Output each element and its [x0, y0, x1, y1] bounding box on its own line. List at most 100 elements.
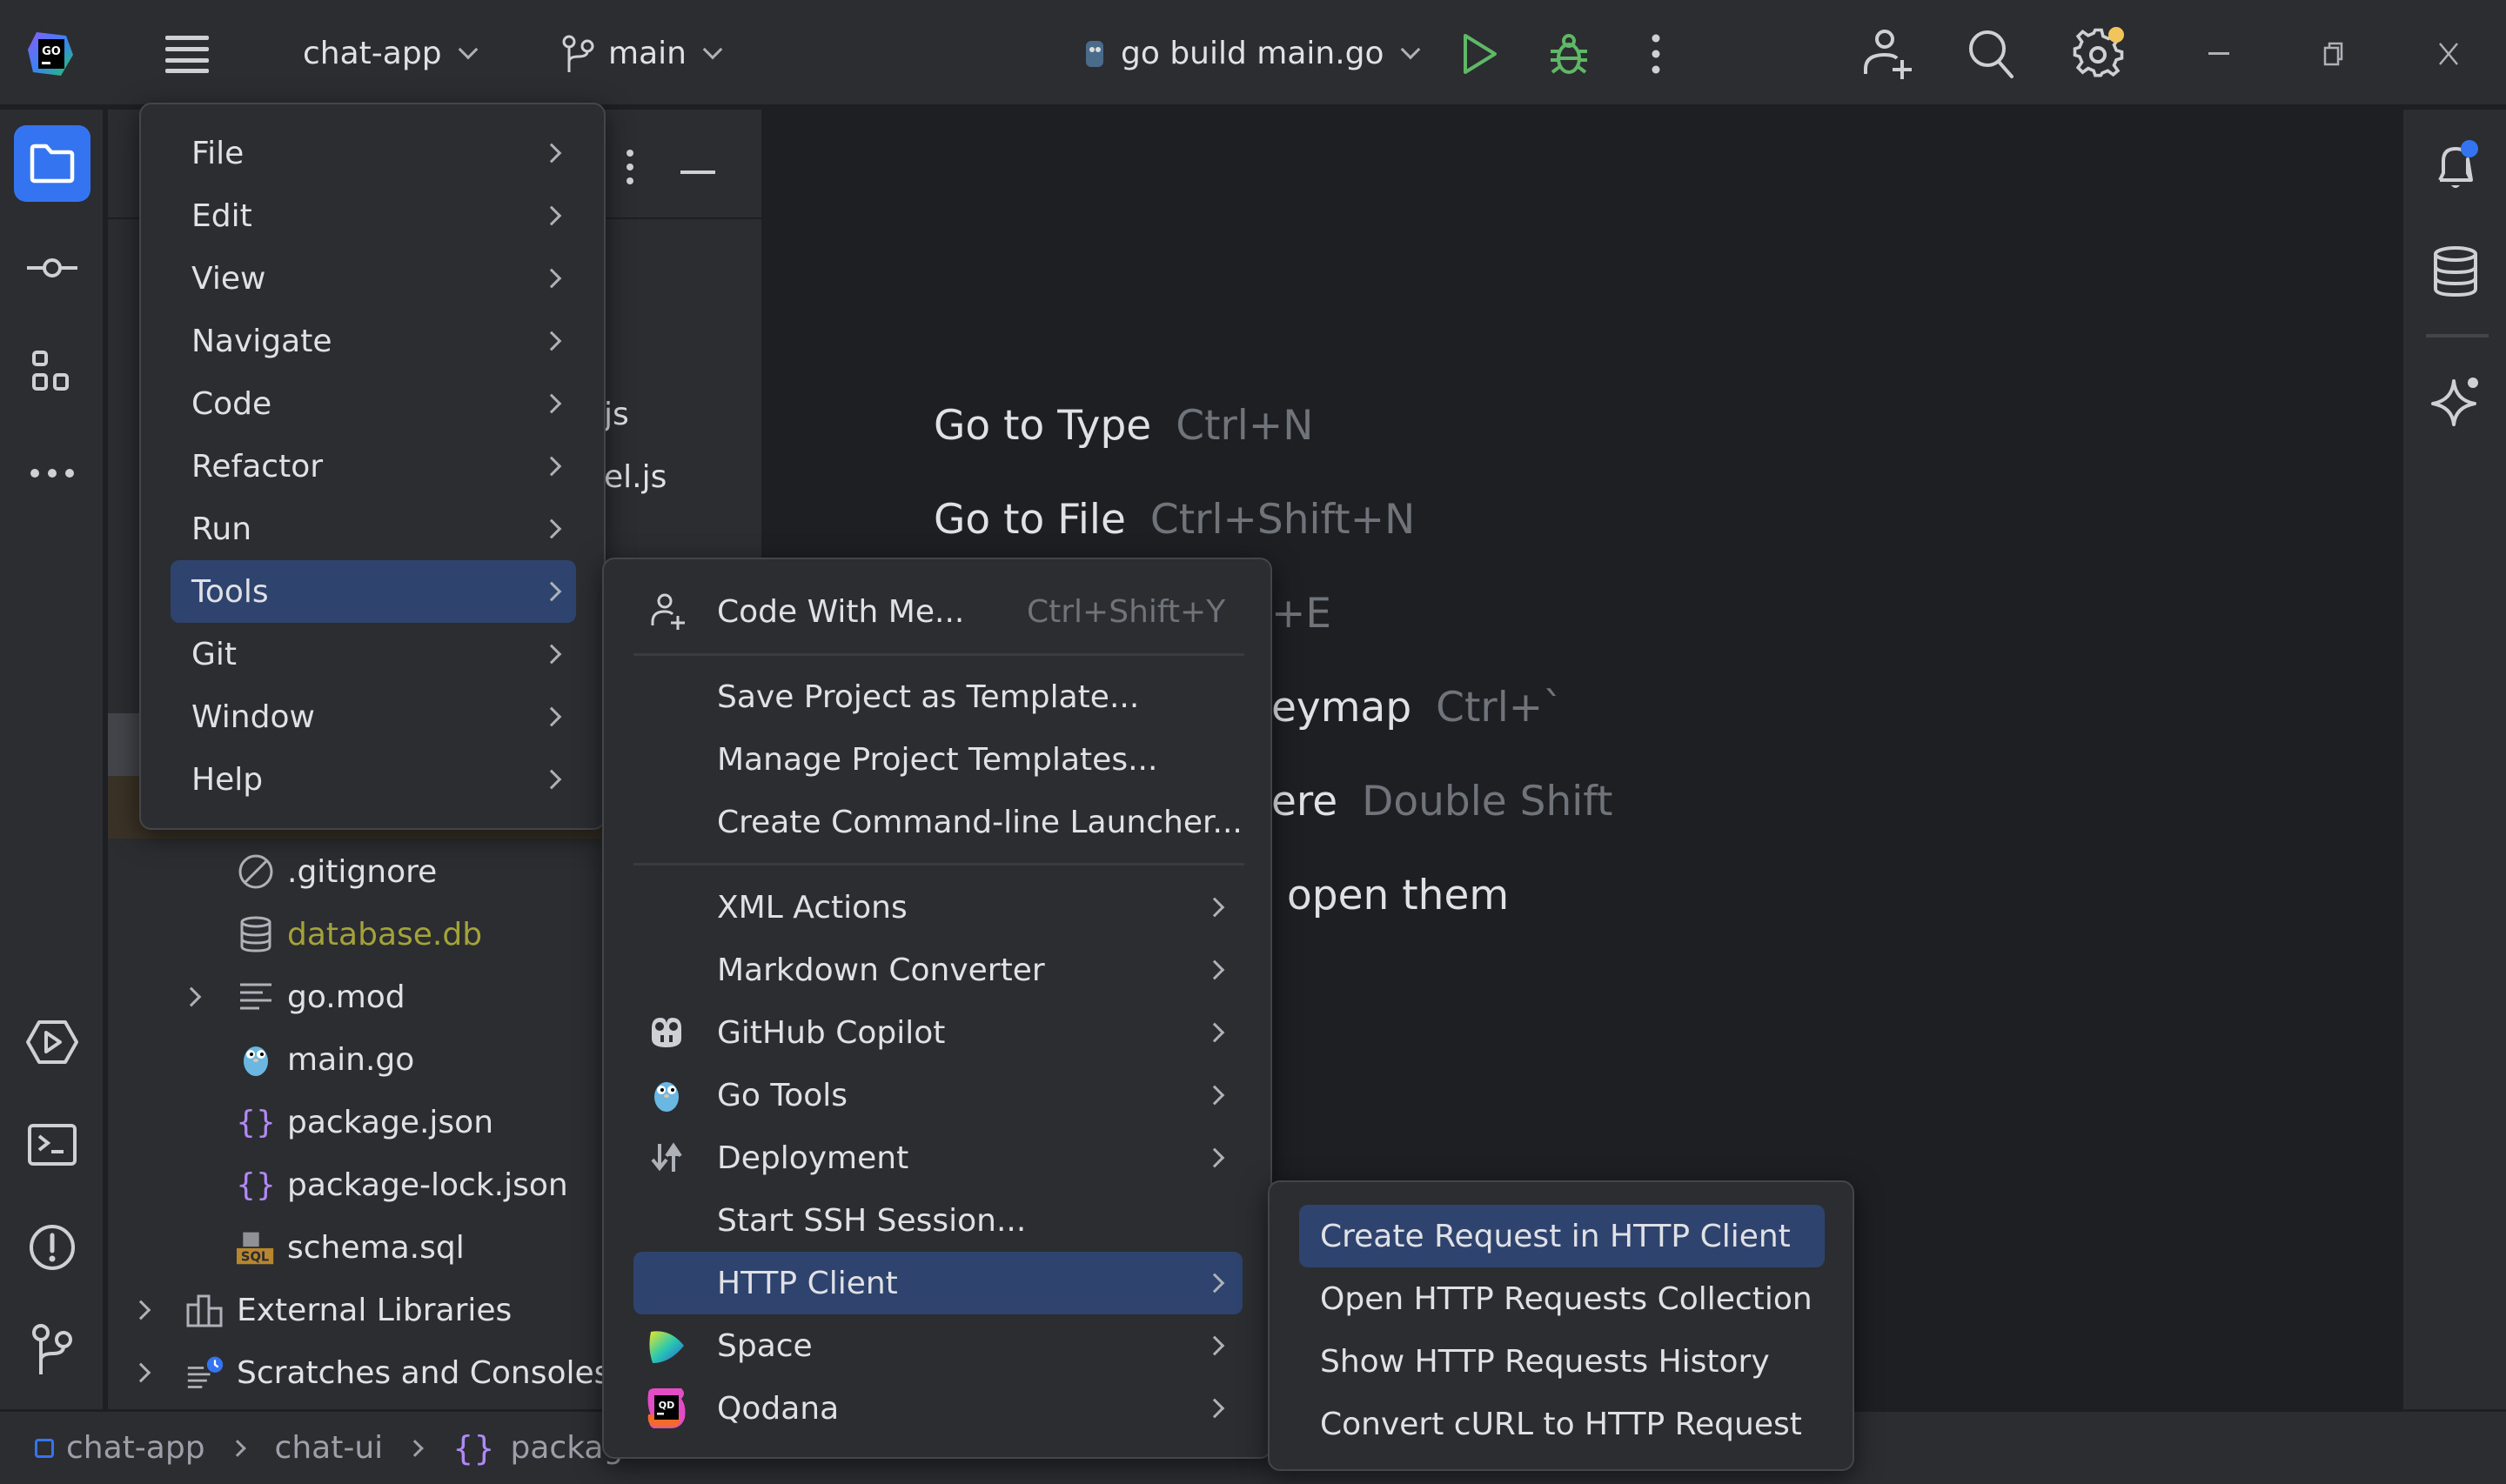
menu-item-run[interactable]: Run	[171, 498, 576, 560]
project-selector[interactable]: chat-app	[303, 0, 478, 107]
menu-item-space[interactable]: Space	[633, 1314, 1243, 1377]
menu-item-refactor[interactable]: Refactor	[171, 435, 576, 498]
project-tool-button[interactable]	[14, 125, 90, 202]
chevron-right-icon	[1204, 1335, 1225, 1356]
menu-item-markdown-converter[interactable]: Markdown Converter	[633, 939, 1243, 1001]
bug-icon	[1551, 33, 1587, 74]
terminal-tool-button[interactable]	[14, 1106, 90, 1183]
chevron-right-icon	[1204, 959, 1225, 980]
space-icon	[646, 1325, 687, 1367]
tree-item-partial[interactable]: js	[604, 397, 629, 432]
menu-item-navigate[interactable]: Navigate	[171, 310, 576, 372]
app-logo[interactable]: GO	[26, 0, 77, 107]
restore-button[interactable]	[2323, 0, 2344, 107]
run-button[interactable]	[1458, 0, 1500, 107]
module-icon	[35, 1438, 54, 1458]
debug-button[interactable]	[1547, 0, 1591, 107]
menu-separator	[633, 863, 1244, 866]
branch-selector[interactable]: main	[561, 0, 723, 107]
chevron-down-icon	[1400, 39, 1420, 59]
chevron-right-icon	[541, 143, 562, 164]
branch-icon	[562, 35, 594, 72]
more-vertical-icon	[626, 150, 633, 184]
hint-recent-files: +E	[1271, 590, 1332, 638]
services-tool-button[interactable]	[14, 1004, 90, 1080]
more-vertical-icon	[1652, 34, 1660, 73]
search-button[interactable]	[1967, 0, 2015, 107]
menu-item-http-client[interactable]: HTTP Client	[633, 1252, 1243, 1314]
menu-item-edit[interactable]: Edit	[171, 184, 576, 247]
menu-item-code-with-me[interactable]: Code With Me... Ctrl+Shift+Y	[633, 580, 1243, 643]
gopher-icon	[237, 1040, 275, 1079]
branch-name: main	[608, 36, 687, 71]
chevron-right-icon	[541, 644, 562, 665]
project-name: chat-app	[303, 36, 442, 71]
code-with-me-button[interactable]	[1862, 0, 1916, 107]
add-user-icon	[647, 591, 689, 632]
database-tool-button[interactable]	[2417, 233, 2494, 310]
chevron-right-icon[interactable]	[131, 1362, 151, 1383]
scratches-icon	[186, 1354, 224, 1392]
chevron-right-icon	[1204, 1085, 1225, 1106]
menu-item-view[interactable]: View	[171, 247, 576, 310]
svg-text:{}: {}	[238, 1167, 273, 1203]
panel-options-button[interactable]	[625, 148, 635, 190]
git-tool-button[interactable]	[14, 1312, 90, 1388]
menu-item-help[interactable]: Help	[171, 748, 576, 811]
menu-item-tools[interactable]: Tools	[171, 560, 576, 623]
more-tools-button[interactable]	[14, 435, 90, 511]
add-user-icon	[1864, 29, 1912, 79]
menu-item-git[interactable]: Git	[171, 623, 576, 685]
sql-icon: SQL	[237, 1228, 275, 1267]
menu-item-http-0[interactable]: Create Request in HTTP Client	[1299, 1205, 1825, 1267]
chevron-right-icon	[541, 706, 562, 727]
chevron-right-icon	[541, 581, 562, 602]
chevron-right-icon[interactable]	[181, 986, 202, 1007]
breadcrumb-item[interactable]: chat-app	[66, 1430, 205, 1466]
structure-tool-button[interactable]	[14, 332, 90, 409]
menu-item-deployment[interactable]: Deployment	[633, 1126, 1243, 1189]
run-icon	[1464, 33, 1497, 74]
database-icon	[237, 915, 275, 953]
tree-item-partial[interactable]: el.js	[604, 459, 667, 495]
menu-item-http-3[interactable]: Convert cURL to HTTP Request	[1299, 1393, 1825, 1455]
settings-button[interactable]	[2071, 0, 2127, 107]
run-configuration-selector[interactable]: go build main.go	[1082, 0, 1420, 107]
main-menu-button[interactable]	[164, 0, 211, 107]
menu-item-http-1[interactable]: Open HTTP Requests Collection	[1299, 1267, 1825, 1330]
more-actions-button[interactable]	[1650, 0, 1662, 107]
minimize-icon	[2208, 51, 2229, 55]
menu-item-start-ssh-session[interactable]: Start SSH Session...	[633, 1189, 1243, 1252]
terminal-icon	[28, 1124, 77, 1166]
commit-tool-button[interactable]	[14, 230, 90, 306]
menu-item-template[interactable]: Save Project as Template...	[633, 665, 1243, 728]
close-window-button[interactable]	[2438, 0, 2459, 107]
chevron-right-icon[interactable]	[131, 1300, 151, 1320]
hint-go-to-file: Go to File Ctrl+Shift+N	[934, 496, 1416, 544]
notifications-button[interactable]	[2417, 129, 2494, 205]
chevron-right-icon	[541, 331, 562, 351]
chevron-right-icon	[228, 1439, 246, 1457]
breadcrumb-item[interactable]: chat-ui	[275, 1430, 384, 1466]
json-icon: {}	[452, 1428, 495, 1467]
hide-panel-button[interactable]	[680, 163, 715, 179]
menu-item-xml-actions[interactable]: XML Actions	[633, 876, 1243, 939]
chevron-down-icon	[702, 39, 723, 59]
menu-item-file[interactable]: File	[171, 122, 576, 184]
menu-item-github-copilot[interactable]: GitHub Copilot	[633, 1001, 1243, 1064]
menu-item-qodana[interactable]: QD Qodana	[633, 1377, 1243, 1440]
tree-item-label: schema.sql	[287, 1229, 465, 1266]
goland-logo-icon: GO	[28, 31, 73, 76]
menu-item-http-2[interactable]: Show HTTP Requests History	[1299, 1330, 1825, 1393]
tree-item-label: package.json	[287, 1104, 494, 1140]
menu-item-code[interactable]: Code	[171, 372, 576, 435]
tree-item-label: database.db	[287, 916, 483, 953]
menu-item-template[interactable]: Create Command-line Launcher...	[633, 791, 1243, 853]
problems-tool-button[interactable]	[14, 1209, 90, 1286]
minimize-button[interactable]	[2208, 0, 2229, 107]
menu-item-window[interactable]: Window	[171, 685, 576, 748]
chevron-right-icon	[1204, 1398, 1225, 1419]
menu-item-go-tools[interactable]: Go Tools	[633, 1064, 1243, 1126]
menu-item-template[interactable]: Manage Project Templates...	[633, 728, 1243, 791]
ai-assistant-button[interactable]	[2417, 362, 2494, 438]
